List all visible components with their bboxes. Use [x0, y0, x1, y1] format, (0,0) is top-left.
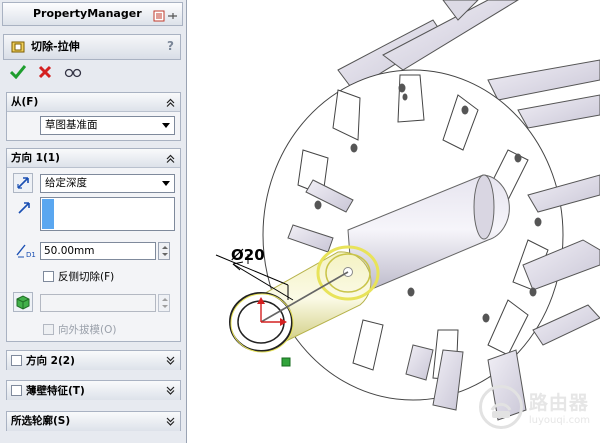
model-view — [215, 0, 600, 421]
diameter-dimension-label[interactable]: Ø20 — [231, 246, 265, 264]
direction2-group[interactable]: 方向 2(2) — [6, 350, 181, 370]
draft-outward-checkbox[interactable] — [43, 324, 54, 335]
property-manager-panel: PropertyManager 切除-拉伸 ? 从(F) 草图基准面 方向 1(… — [0, 0, 187, 443]
draft-icon — [16, 295, 30, 310]
reverse-direction-button[interactable] — [13, 173, 33, 193]
chevron-down-icon[interactable] — [166, 356, 175, 365]
svg-text:D1: D1 — [26, 251, 36, 259]
property-manager-tab[interactable]: PropertyManager — [2, 2, 183, 26]
direction-vector-icon — [17, 201, 31, 218]
thin-feature-group-header[interactable]: 薄壁特征(T) — [7, 381, 180, 400]
chevron-down-icon[interactable] — [166, 417, 175, 426]
watermark: 路由器 luyouqi.com — [478, 385, 590, 429]
direction2-group-header[interactable]: 方向 2(2) — [7, 351, 180, 370]
extruded-cut-icon — [11, 40, 26, 54]
chevron-up-icon[interactable] — [166, 154, 175, 163]
direction-selection-box[interactable] — [40, 197, 175, 231]
watermark-title: 路由器 — [528, 392, 589, 414]
feature-header: 切除-拉伸 ? — [3, 34, 181, 60]
depth-d1-icon: D1 — [15, 241, 37, 262]
dropdown-arrow-icon — [162, 123, 170, 128]
flip-side-checkbox[interactable] — [43, 271, 54, 282]
thin-feature-group[interactable]: 薄壁特征(T) — [6, 380, 181, 400]
draft-outward-row[interactable]: 向外拔模(O) — [43, 322, 116, 337]
draft-angle-input[interactable] — [40, 294, 156, 312]
chevron-down-icon[interactable] — [166, 386, 175, 395]
selected-contours-group-header[interactable]: 所选轮廓(S) — [7, 412, 180, 431]
direction1-group-header[interactable]: 方向 1(1) — [7, 149, 180, 168]
depth-spinner[interactable] — [158, 242, 170, 260]
detailed-preview-icon[interactable] — [64, 65, 82, 82]
chevron-up-icon[interactable] — [166, 98, 175, 107]
direction2-checkbox[interactable] — [11, 355, 22, 366]
router-logo-icon — [478, 385, 523, 429]
from-select[interactable]: 草图基准面 — [40, 116, 175, 135]
panel-title: PropertyManager — [33, 7, 142, 20]
draft-toggle-button[interactable] — [13, 292, 33, 312]
ok-check-icon[interactable] — [9, 64, 27, 82]
cancel-x-icon[interactable] — [38, 65, 52, 82]
watermark-url: luyouqi.com — [528, 415, 590, 426]
flip-side-to-cut-row[interactable]: 反侧切除(F) — [43, 269, 114, 284]
selected-contours-group[interactable]: 所选轮廓(S) — [6, 411, 181, 431]
help-button[interactable]: ? — [167, 39, 174, 53]
thin-feature-checkbox[interactable] — [11, 385, 22, 396]
feature-name: 切除-拉伸 — [31, 40, 80, 53]
graphics-area[interactable]: Ø20 路由器 luyouqi.com — [188, 0, 600, 443]
action-buttons — [9, 64, 82, 82]
draft-angle-spinner[interactable] — [158, 294, 170, 312]
selection-box-active-bar — [42, 199, 54, 229]
depth-input[interactable]: 50.00mm — [40, 242, 156, 260]
pin-icon[interactable] — [166, 8, 178, 20]
end-condition-select[interactable]: 给定深度 — [40, 174, 175, 193]
direction1-group: 方向 1(1) 给定深度 D1 50.00mm 反侧切除(F) 向外拔模(O) — [6, 148, 181, 342]
panel-title-icons — [153, 8, 178, 22]
reverse-direction-icon — [17, 177, 29, 189]
feature-tree-icon[interactable] — [153, 8, 165, 22]
from-group: 从(F) 草图基准面 — [6, 92, 181, 141]
from-group-header[interactable]: 从(F) — [7, 93, 180, 112]
drag-handle[interactable] — [281, 357, 291, 367]
dropdown-arrow-icon — [162, 181, 170, 186]
